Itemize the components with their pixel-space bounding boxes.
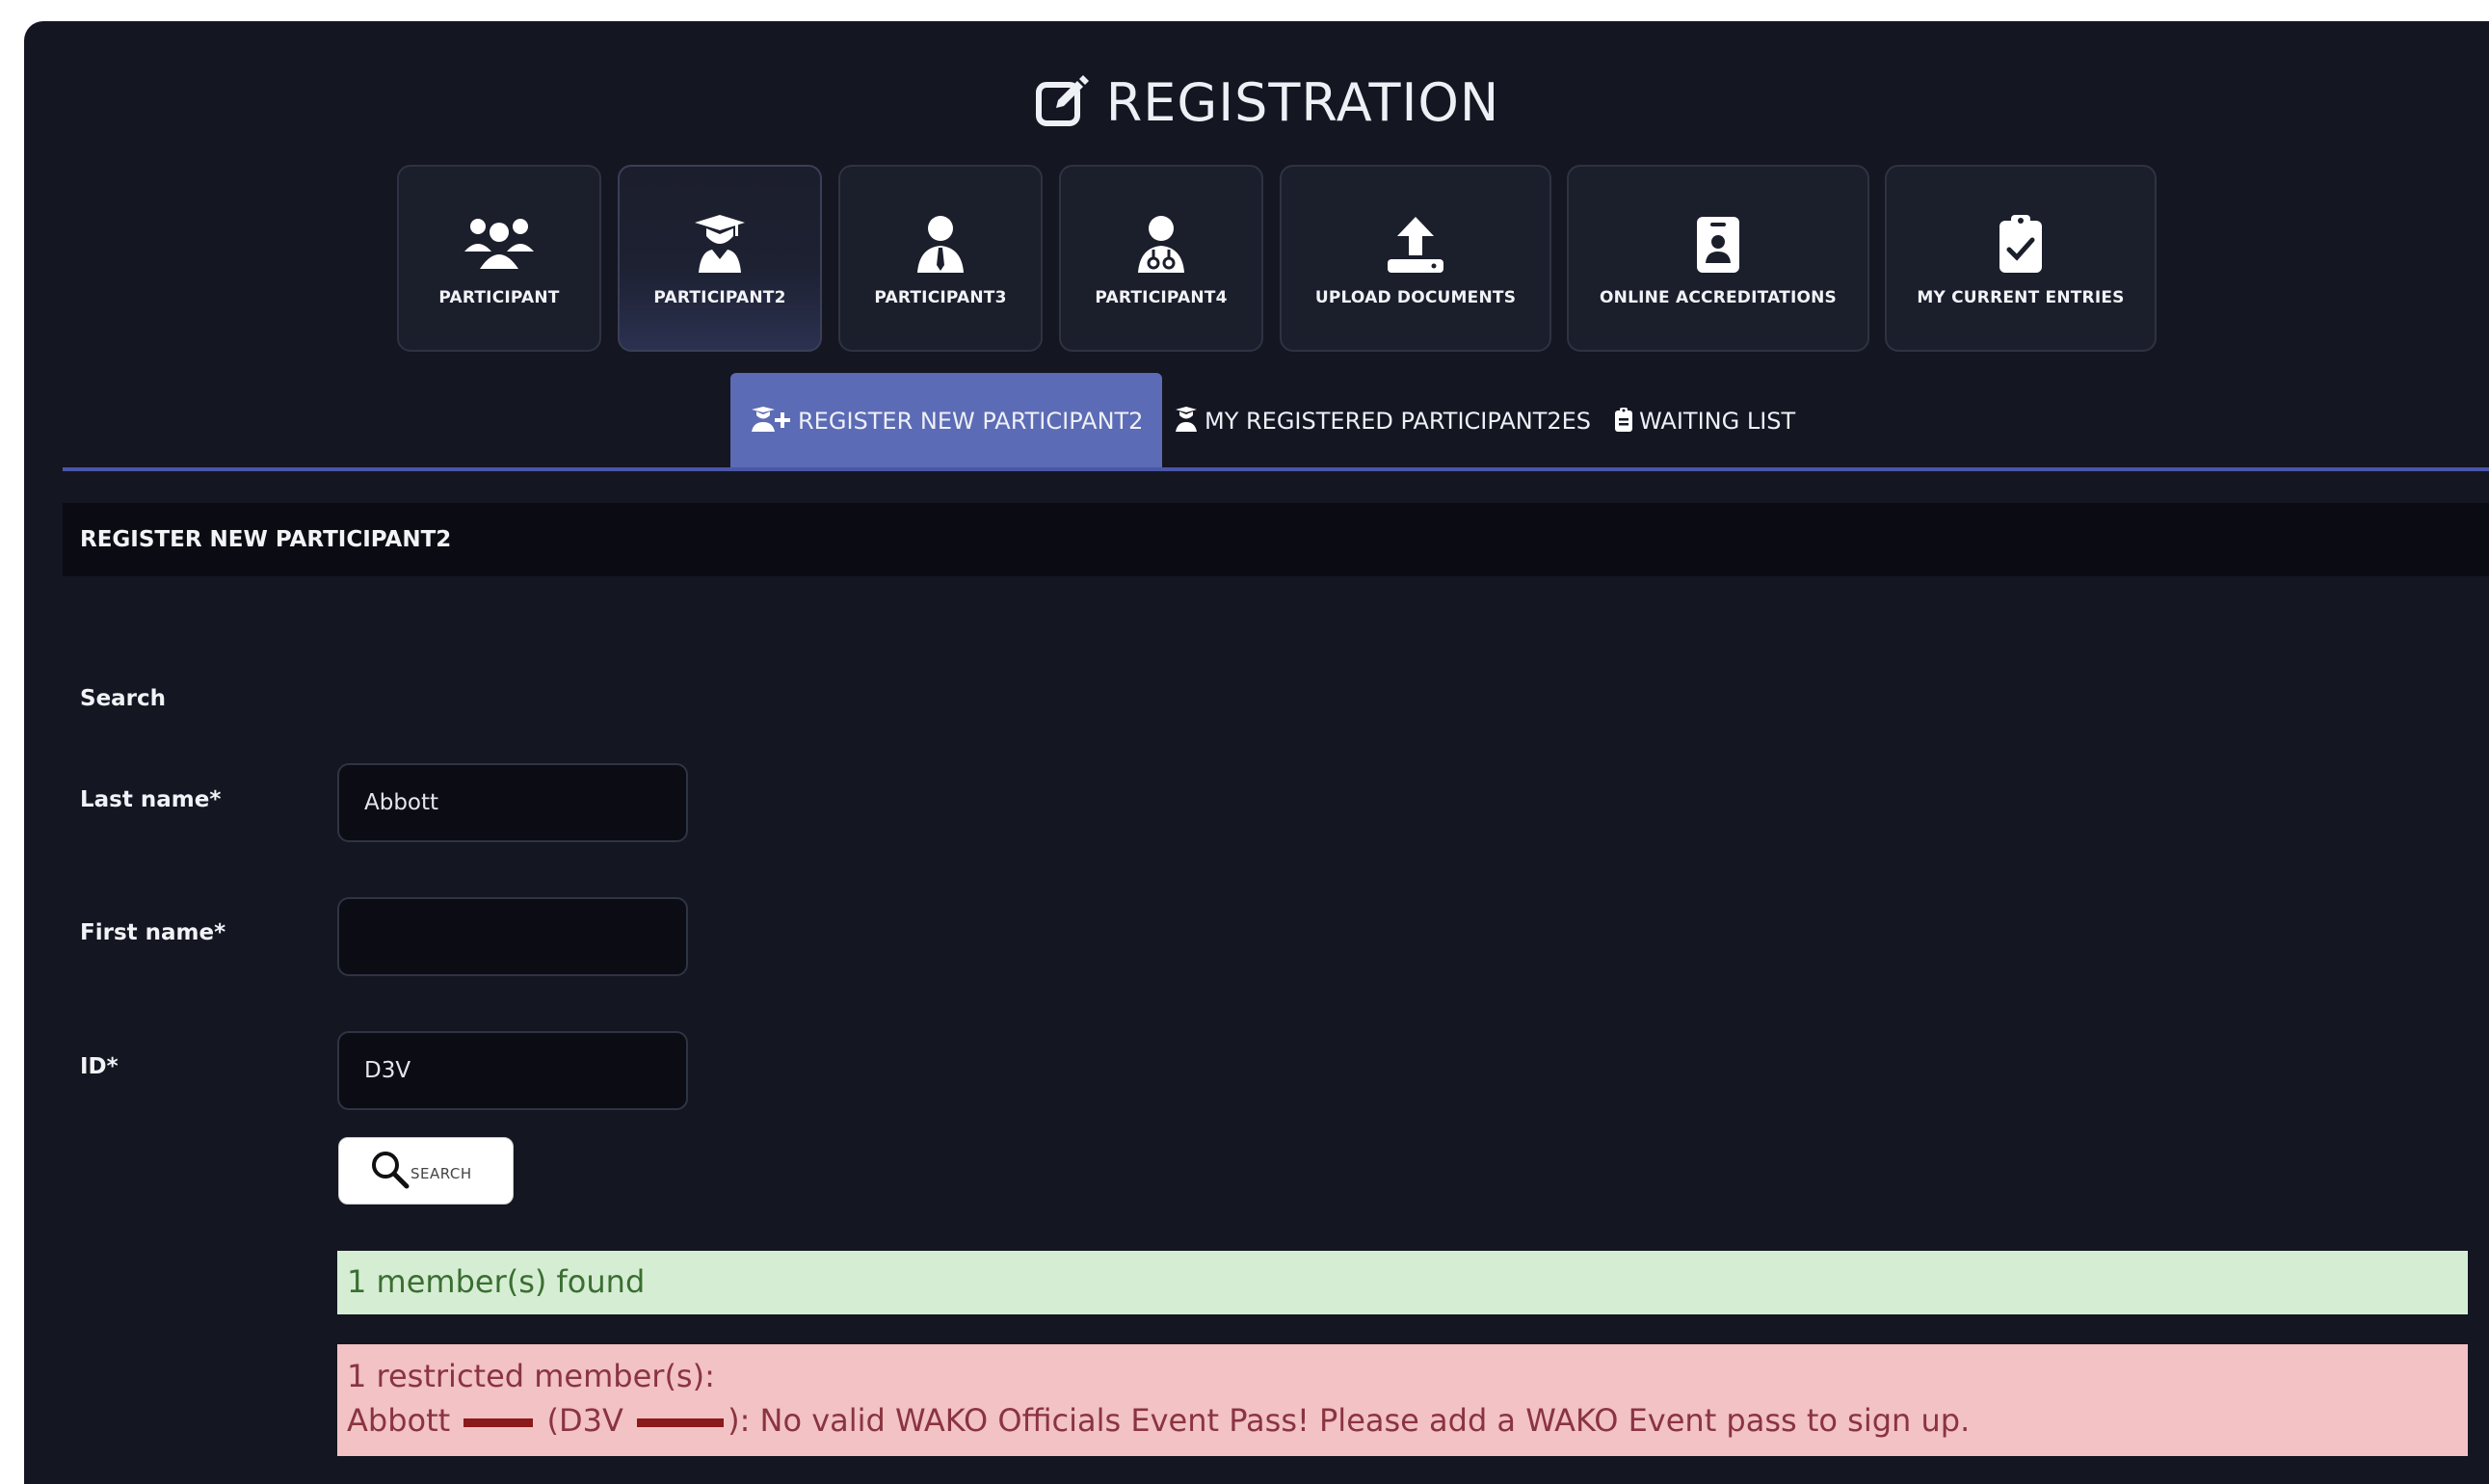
search-icon	[372, 1152, 410, 1189]
category-label: PARTICIPANT	[438, 288, 560, 307]
id-label: ID*	[80, 1054, 119, 1079]
section-title: REGISTER NEW PARTICIPANT2	[63, 503, 2489, 576]
tab-label: MY REGISTERED PARTICIPANT2ES	[1205, 408, 1592, 435]
restricted-title: 1 restricted member(s):	[347, 1358, 715, 1394]
upload-icon	[1282, 213, 1549, 280]
category-label: PARTICIPANT3	[874, 288, 1007, 307]
category-upload-documents[interactable]: UPLOAD DOCUMENTS	[1280, 165, 1551, 352]
members-found-alert: 1 member(s) found	[337, 1251, 2468, 1314]
category-label: ONLINE ACCREDITATIONS	[1599, 288, 1837, 307]
last-name-input[interactable]: Abbott	[337, 763, 688, 842]
registration-app: REGISTRATION PARTICIPANT PARTICIPANT2 PA…	[24, 21, 2489, 1484]
tab-waiting-list[interactable]: WAITING LIST	[1614, 373, 1795, 469]
category-label: UPLOAD DOCUMENTS	[1314, 288, 1517, 307]
category-online-accreditations[interactable]: ONLINE ACCREDITATIONS	[1567, 165, 1869, 352]
first-name-input[interactable]	[337, 897, 688, 976]
restricted-members-alert: 1 restricted member(s): Abbott (D3V ): N…	[337, 1344, 2468, 1456]
graduate-icon	[620, 213, 820, 280]
restricted-id: (D3V	[546, 1402, 623, 1439]
doctor-icon	[1061, 213, 1261, 280]
edit-icon	[1035, 73, 1091, 150]
restricted-name: Abbott	[347, 1402, 451, 1439]
category-my-current-entries[interactable]: MY CURRENT ENTRIES	[1885, 165, 2157, 352]
restricted-detail: Abbott (D3V ): No valid WAKO Officials E…	[347, 1398, 2468, 1443]
redaction-bar	[463, 1418, 534, 1427]
category-participant3[interactable]: PARTICIPANT3	[838, 165, 1043, 352]
search-button[interactable]: SEARCH	[338, 1137, 514, 1205]
users-group-icon	[399, 213, 599, 280]
user-add-icon	[752, 407, 790, 432]
page-title-text: REGISTRATION	[1105, 72, 1500, 133]
redaction-bar	[637, 1418, 725, 1427]
user-tie-icon	[840, 213, 1041, 280]
tab-my-registered-participant2es[interactable]: MY REGISTERED PARTICIPANT2ES	[1174, 373, 1591, 469]
category-label: PARTICIPANT4	[1095, 288, 1228, 307]
first-name-label: First name*	[80, 920, 226, 945]
tab-label: REGISTER NEW PARTICIPANT2	[798, 408, 1144, 435]
id-input[interactable]: D3V	[337, 1031, 688, 1110]
category-label: PARTICIPANT2	[653, 288, 786, 307]
id-badge-icon	[1569, 213, 1867, 280]
search-button-label: SEARCH	[410, 1165, 472, 1182]
category-label: MY CURRENT ENTRIES	[1917, 288, 2125, 307]
graduate-icon	[1176, 407, 1197, 432]
page-title: REGISTRATION	[24, 65, 2489, 150]
category-participant[interactable]: PARTICIPANT	[397, 165, 601, 352]
search-heading: Search	[80, 686, 167, 711]
tab-register-new-participant2[interactable]: REGISTER NEW PARTICIPANT2	[730, 373, 1163, 469]
category-participant2[interactable]: PARTICIPANT2	[618, 165, 822, 352]
clipboard-check-icon	[1887, 213, 2155, 280]
last-name-label: Last name*	[80, 787, 222, 812]
tab-divider	[63, 467, 2489, 471]
category-participant4[interactable]: PARTICIPANT4	[1059, 165, 1263, 352]
clipboard-icon	[1615, 408, 1632, 432]
restricted-message: ): No valid WAKO Officials Event Pass! P…	[728, 1402, 1971, 1439]
tab-label: WAITING LIST	[1639, 408, 1796, 435]
